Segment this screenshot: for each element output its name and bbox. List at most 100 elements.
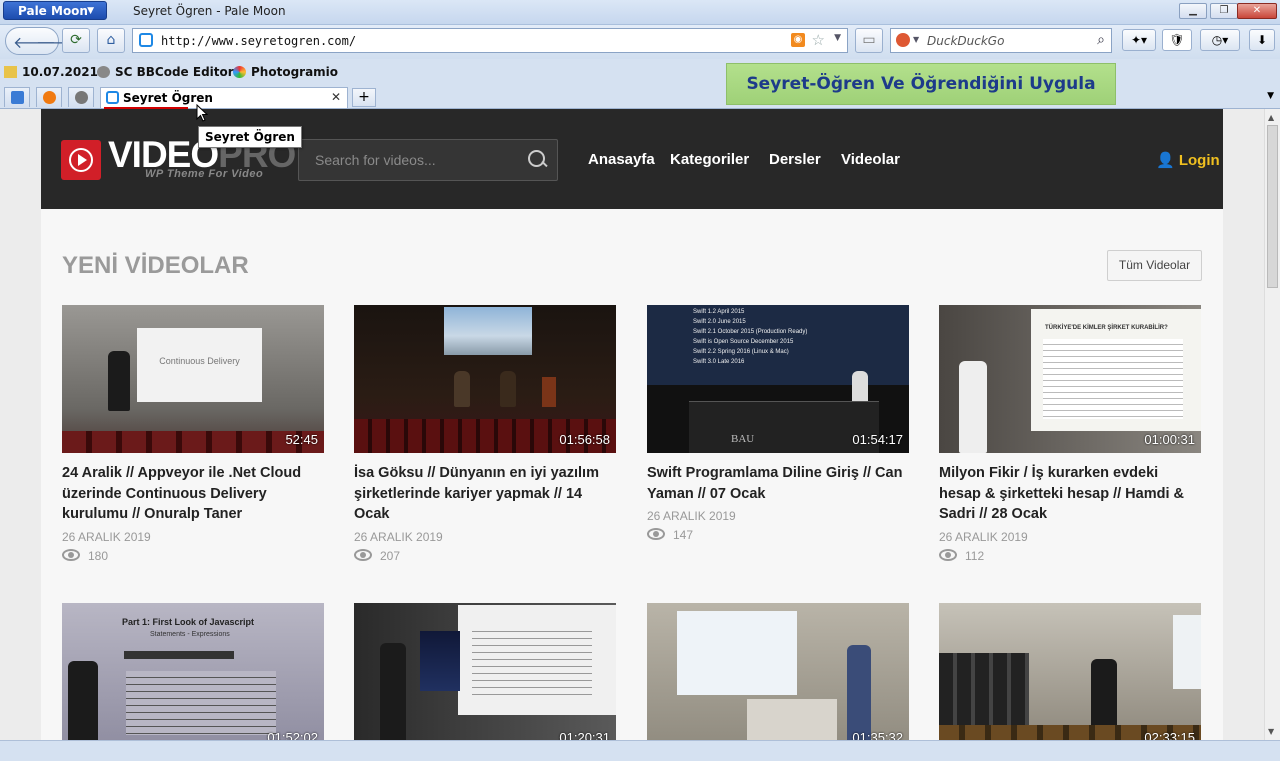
back-forward-group: 🡐 🡒 — [5, 27, 79, 55]
video-thumbnail[interactable]: TÜRKİYE'DE KİMLER ŞİRKET KURABİLİR? 01:0… — [939, 305, 1201, 453]
app-menu-label: Pale Moon — [18, 4, 88, 18]
slide-line: Swift is Open Source December 2015 — [693, 339, 794, 345]
minimize-button[interactable]: ▁ — [1179, 3, 1207, 19]
rss-icon[interactable]: ◉ — [791, 33, 805, 47]
download-icon[interactable]: ⬇ — [1249, 29, 1275, 51]
video-title[interactable]: İsa Göksu // Dünyanın en iyi yazılım şir… — [354, 463, 616, 525]
app-menu-button[interactable]: Pale Moon ▼ — [3, 1, 107, 20]
eye-icon — [354, 548, 372, 561]
nav-videolar[interactable]: Videolar — [841, 151, 900, 168]
new-tab-button[interactable]: + — [352, 88, 376, 107]
speaker-figure — [454, 371, 470, 407]
globe-icon — [75, 91, 88, 104]
slide-code-bar — [124, 651, 234, 659]
video-views: 207 — [354, 548, 616, 563]
scrollbar-thumb[interactable] — [1267, 125, 1278, 288]
pinned-tab[interactable] — [68, 87, 94, 107]
video-card[interactable]: 01:56:58 İsa Göksu // Dünyanın en iyi ya… — [354, 305, 616, 563]
video-thumbnail[interactable]: 01:20:31 — [354, 603, 616, 740]
vertical-scrollbar[interactable]: ▲ ▼ — [1264, 109, 1280, 740]
logo-play-icon[interactable] — [61, 140, 101, 180]
folder-icon — [4, 66, 17, 78]
maximize-button[interactable]: ❐ — [1210, 3, 1238, 19]
slide-line: Swift 2.1 October 2015 (Production Ready… — [693, 329, 808, 335]
video-card[interactable]: Continuous Delivery 52:45 24 Aralik // A… — [62, 305, 324, 563]
video-date: 26 ARALIK 2019 — [354, 529, 443, 544]
pinned-tab[interactable] — [4, 87, 30, 107]
bookmark-label: Photogramio — [251, 65, 339, 79]
bookmark-item[interactable]: SC BBCode Editor — [97, 65, 234, 79]
video-thumbnail[interactable]: 01:35:32 — [647, 603, 909, 740]
video-title[interactable]: 24 Aralik // Appveyor ile .Net Cloud üze… — [62, 463, 324, 525]
video-card[interactable]: 01:20:31 — [354, 603, 616, 740]
globe-icon — [97, 66, 110, 78]
eye-icon — [62, 548, 80, 561]
duckduckgo-icon[interactable] — [896, 33, 910, 47]
all-videos-button[interactable]: Tüm Videolar — [1107, 250, 1202, 281]
slide-line: Swift 2.2 Spring 2016 (Linux & Mac) — [693, 349, 789, 355]
presenter-figure — [847, 645, 871, 740]
ublock-icon[interactable]: 🛡 — [1162, 29, 1192, 51]
eye-icon — [647, 528, 665, 540]
close-tab-icon[interactable]: ✕ — [331, 90, 341, 104]
history-button[interactable]: ◷▾ — [1200, 29, 1240, 51]
page-icon-button[interactable]: ▭ — [855, 28, 883, 53]
rollup-banner — [420, 631, 460, 691]
presenter-figure — [380, 643, 406, 740]
url-bar[interactable]: http://www.seyretogren.com/ ◉ ☆ ▼ — [132, 28, 848, 53]
video-thumbnail[interactable]: Part 1: First Look of Javascript Stateme… — [62, 603, 324, 740]
video-search-input[interactable]: Search for videos... — [298, 139, 558, 181]
video-title[interactable]: Swift Programlama Diline Giriş // Can Ya… — [647, 463, 909, 504]
chevron-down-icon: ▼ — [87, 6, 94, 16]
view-count: 207 — [380, 548, 401, 563]
reload-button[interactable]: ⟳ — [62, 28, 90, 53]
presenter-figure — [959, 361, 987, 453]
tab-active[interactable]: Seyret Ögren ✕ — [100, 87, 348, 110]
nav-dersler[interactable]: Dersler — [769, 151, 821, 168]
addon-toolbar-button[interactable]: ✦▾ — [1122, 29, 1156, 51]
scroll-up-icon[interactable]: ▲ — [1268, 113, 1274, 122]
bookmark-folder[interactable]: 10.07.2021 — [4, 65, 98, 79]
slide-line: Swift 1.2 April 2015 — [693, 309, 745, 315]
video-card[interactable]: Part 1: First Look of Javascript Stateme… — [62, 603, 324, 740]
video-card[interactable]: 01:35:32 — [647, 603, 909, 740]
video-card[interactable]: TÜRKİYE'DE KİMLER ŞİRKET KURABİLİR? 01:0… — [939, 305, 1201, 563]
nav-kategoriler[interactable]: Kategoriler — [670, 151, 749, 168]
tab-tooltip: Seyret Ögren — [198, 126, 302, 148]
video-thumbnail[interactable]: 01:56:58 — [354, 305, 616, 453]
tab-list-icon[interactable]: ▼ — [1267, 91, 1274, 101]
bookmark-label: 10.07.2021 — [22, 65, 98, 79]
video-views: 112 — [939, 548, 1201, 563]
photogramio-icon — [233, 66, 246, 78]
close-window-button[interactable]: ✕ — [1237, 3, 1277, 19]
video-thumbnail[interactable]: Continuous Delivery 52:45 — [62, 305, 324, 453]
eye-icon — [939, 548, 957, 561]
search-engine-placeholder: DuckDuckGo — [927, 34, 1005, 48]
video-thumbnail[interactable]: 02:33:15 — [939, 603, 1201, 740]
desk — [747, 699, 837, 740]
login-link[interactable]: 👤 Login — [1156, 151, 1220, 169]
login-label: Login — [1178, 152, 1220, 169]
bookmark-item[interactable]: Photogramio — [233, 65, 338, 79]
home-button[interactable]: ⌂ — [97, 28, 125, 53]
video-title[interactable]: Milyon Fikir / İş kurarken evdeki hesap … — [939, 463, 1201, 525]
podium — [542, 377, 556, 407]
site-favicon-icon — [106, 91, 119, 104]
bookmark-label: SC BBCode Editor — [115, 65, 234, 79]
slide-text: Continuous Delivery — [159, 356, 240, 366]
video-card[interactable]: 02:33:15 — [939, 603, 1201, 740]
video-thumbnail[interactable]: Swift 1.2 April 2015 Swift 2.0 June 2015… — [647, 305, 909, 453]
bookmark-star-icon[interactable]: ☆ — [812, 31, 825, 49]
url-dropdown-icon[interactable]: ▼ — [834, 33, 841, 43]
scroll-down-icon[interactable]: ▼ — [1268, 727, 1274, 736]
projector-slide: Continuous Delivery — [137, 328, 262, 402]
search-engine-box[interactable]: ▼ DuckDuckGo ⌕ — [890, 28, 1112, 53]
search-icon[interactable]: ⌕ — [1097, 32, 1105, 48]
engine-dropdown-icon[interactable]: ▼ — [913, 35, 919, 44]
slide-title: Part 1: First Look of Javascript — [122, 617, 255, 627]
video-card[interactable]: Swift 1.2 April 2015 Swift 2.0 June 2015… — [647, 305, 909, 542]
projector-slide: TÜRKİYE'DE KİMLER ŞİRKET KURABİLİR? — [1031, 309, 1201, 431]
search-icon[interactable] — [528, 150, 545, 167]
nav-anasayfa[interactable]: Anasayfa — [588, 151, 655, 168]
pinned-tab[interactable] — [36, 87, 62, 107]
